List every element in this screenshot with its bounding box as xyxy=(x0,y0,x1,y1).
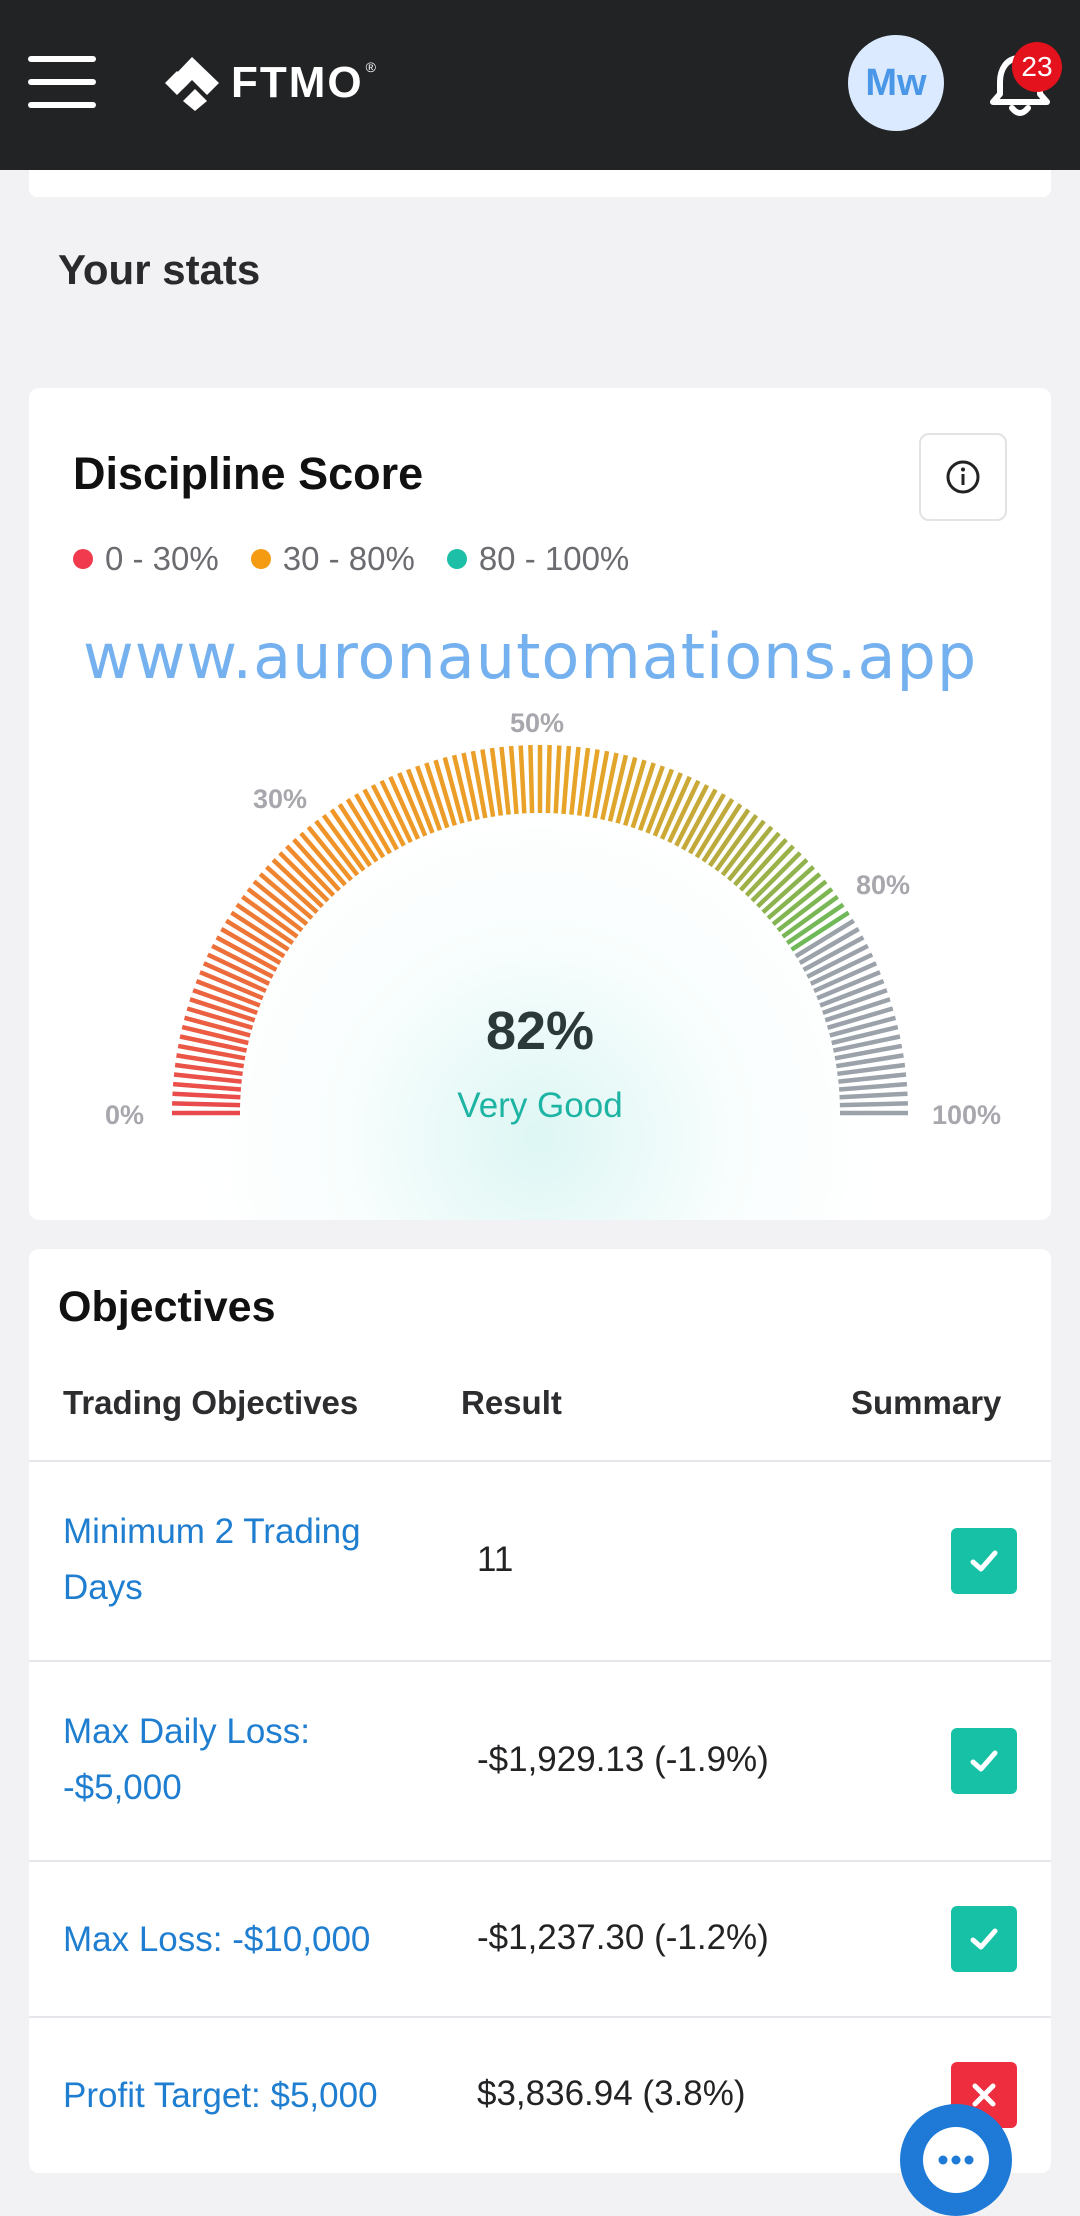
gauge-tick xyxy=(720,819,766,877)
gauge-tick xyxy=(508,745,519,815)
gauge-tick xyxy=(553,745,562,814)
gauge-tick xyxy=(756,858,809,909)
gauge-tick xyxy=(545,745,552,814)
registered-mark: ® xyxy=(365,59,376,75)
objectives-card: Objectives Trading Objectives Result Sum… xyxy=(29,1249,1051,2173)
gauge-label-30: 30% xyxy=(253,784,308,814)
gauge-tick xyxy=(285,844,336,897)
chat-button[interactable] xyxy=(900,2104,1012,2216)
objective-label[interactable]: Minimum 2 Trading Days xyxy=(63,1504,423,1616)
objectives-title: Objectives xyxy=(58,1283,276,1331)
gauge-tick xyxy=(246,887,304,933)
brand-name: FTMO xyxy=(231,58,364,107)
passed-check-icon xyxy=(951,1728,1017,1794)
column-header-summary: Summary xyxy=(851,1384,1002,1421)
gauge-tick xyxy=(299,831,347,887)
gauge-tick xyxy=(776,887,834,933)
gauge-tick xyxy=(744,844,795,897)
gauge-tick xyxy=(442,756,465,824)
top-app-bar: FTMO ® Mw 23 xyxy=(0,0,1080,170)
table-row: Max Loss: -$10,000 -$1,237.30 (-1.2%) xyxy=(29,1860,1051,2016)
objective-label[interactable]: Max Daily Loss: -$5,000 xyxy=(63,1704,423,1816)
menu-icon[interactable] xyxy=(28,56,96,108)
gauge-tick xyxy=(569,746,581,815)
discipline-score-card: Discipline Score 0 - 30% 30 - 80% 80 - 1… xyxy=(29,388,1051,1220)
objective-result: $3,836.94 (3.8%) xyxy=(477,2074,746,2113)
gauge-tick xyxy=(258,872,314,920)
table-row: Minimum 2 Trading Days 11 xyxy=(29,1460,1051,1660)
gauge-tick xyxy=(518,745,527,814)
gauge-tick xyxy=(727,825,774,882)
gauge-tick xyxy=(499,746,511,815)
gauge-tick xyxy=(252,879,309,926)
column-header-result: Result xyxy=(461,1384,562,1421)
gauge-tick xyxy=(750,851,802,903)
ftmo-logo-mark-icon xyxy=(165,57,219,111)
gauge-value: 82% xyxy=(485,1001,595,1061)
objective-label[interactable]: Profit Target: $5,000 xyxy=(63,2068,463,2124)
gauge-tick xyxy=(561,745,572,815)
gauge-label-80: 80% xyxy=(856,870,911,900)
objective-label[interactable]: Max Loss: -$10,000 xyxy=(63,1912,463,1968)
section-title-your-stats: Your stats xyxy=(58,246,261,293)
avatar[interactable]: Mw xyxy=(848,35,944,131)
gauge-tick xyxy=(615,756,638,824)
gauge-tick xyxy=(292,837,341,892)
notification-badge: 23 xyxy=(1012,42,1062,92)
gauge-tick xyxy=(766,872,822,920)
chat-icon xyxy=(923,2127,989,2193)
ftmo-logo[interactable]: FTMO ® xyxy=(163,55,376,111)
gauge-label-50: 50% xyxy=(510,708,565,738)
gauge-tick xyxy=(271,858,324,909)
gauge-tick xyxy=(173,1072,242,1084)
table-row: Max Daily Loss: -$5,000 -$1,929.13 (-1.9… xyxy=(29,1660,1051,1860)
gauge-tick xyxy=(314,819,360,877)
gauge-tick xyxy=(306,825,353,882)
passed-check-icon xyxy=(951,1906,1017,1972)
objective-result: -$1,237.30 (-1.2%) xyxy=(477,1918,769,1957)
gauge-status: Very Good xyxy=(457,1086,623,1125)
gauge-tick xyxy=(278,851,330,903)
table-row: Profit Target: $5,000 $3,836.94 (3.8%) xyxy=(29,2016,1051,2173)
column-header-objective: Trading Objectives xyxy=(63,1384,359,1421)
gauge-tick xyxy=(264,865,319,914)
passed-check-icon xyxy=(951,1528,1017,1594)
gauge-tick xyxy=(733,831,781,887)
gauge-tick xyxy=(528,745,535,814)
previous-card-edge xyxy=(29,170,1051,197)
gauge-tick xyxy=(761,865,816,914)
gauge-tick xyxy=(771,879,828,926)
gauge-tick xyxy=(838,1072,907,1084)
objective-result: 11 xyxy=(477,1540,514,1579)
gauge-tick xyxy=(739,837,788,892)
objective-result: -$1,929.13 (-1.9%) xyxy=(477,1740,769,1779)
